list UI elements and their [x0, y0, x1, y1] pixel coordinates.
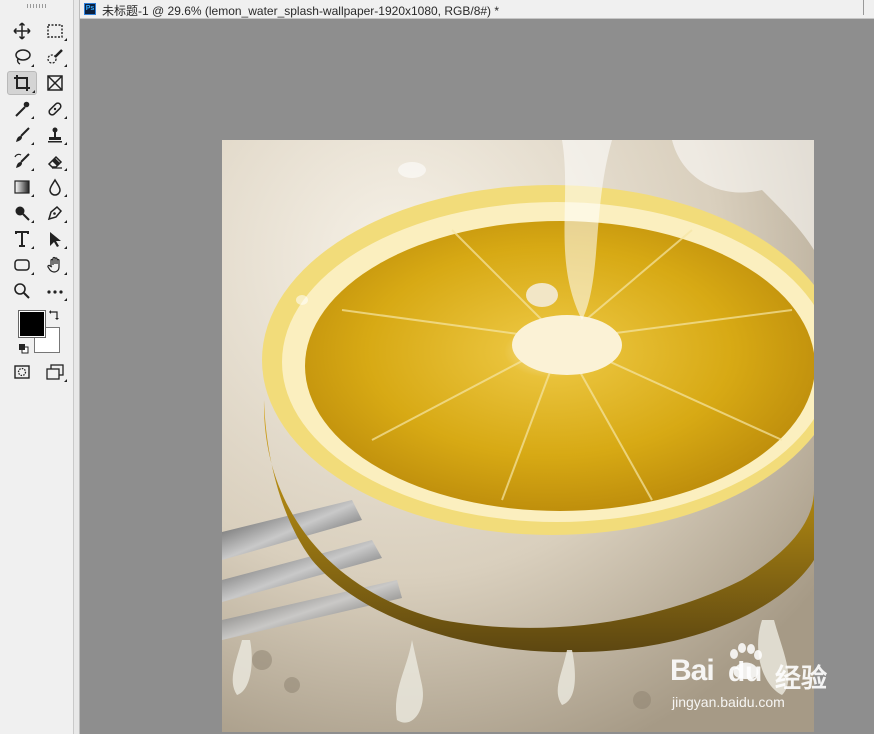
- type-icon: [15, 231, 29, 247]
- eyedropper-tool[interactable]: [9, 98, 35, 120]
- drop-icon: [49, 178, 61, 196]
- move-tool[interactable]: [9, 20, 35, 42]
- rectangle-tool[interactable]: [9, 254, 35, 276]
- bandage-icon: [48, 102, 62, 116]
- clone-stamp-tool[interactable]: [42, 124, 68, 146]
- dodge-tool[interactable]: [9, 202, 35, 224]
- rounded-rect-icon: [14, 259, 30, 271]
- pen-tool[interactable]: [42, 202, 68, 224]
- history-brush-icon: [14, 153, 30, 168]
- pen-icon: [47, 205, 63, 221]
- blur-tool[interactable]: [42, 176, 68, 198]
- lasso-icon: [15, 49, 31, 65]
- dodge-icon: [15, 206, 30, 221]
- watermark-brand-left: Bai: [670, 654, 715, 687]
- lasso-tool[interactable]: [9, 46, 35, 68]
- frame-tool[interactable]: [42, 72, 68, 94]
- brush-tool[interactable]: [9, 124, 35, 146]
- default-colors-icon[interactable]: [18, 343, 29, 354]
- zoom-tool[interactable]: [9, 280, 35, 302]
- type-tool[interactable]: [9, 228, 35, 250]
- arrow-icon: [50, 232, 61, 247]
- zoom-icon: [14, 283, 30, 299]
- baidu-watermark: Bai du 经验 jingyan.baidu.com: [670, 634, 830, 714]
- brush-icon: [16, 127, 30, 142]
- edit-toolbar[interactable]: [42, 280, 68, 302]
- eraser-tool[interactable]: [42, 150, 68, 172]
- rectangular-marquee-tool[interactable]: [42, 20, 68, 42]
- screen-mode-icon: [46, 364, 64, 380]
- eyedropper-icon: [15, 101, 30, 117]
- watermark-brand-right: du: [728, 656, 763, 687]
- stamp-icon: [48, 127, 62, 143]
- tools-panel: [0, 0, 74, 734]
- hand-tool[interactable]: [42, 254, 68, 276]
- marquee-icon: [47, 24, 63, 38]
- screen-mode-button[interactable]: [42, 361, 68, 383]
- quick-selection-tool[interactable]: [42, 46, 68, 68]
- crop-tool[interactable]: [7, 71, 37, 95]
- path-selection-tool[interactable]: [42, 228, 68, 250]
- document-tab[interactable]: Ps 未标题-1 @ 29.6% (lemon_water_splash-wal…: [80, 0, 874, 19]
- eraser-icon: [47, 155, 63, 169]
- spot-healing-tool[interactable]: [42, 98, 68, 120]
- watermark-brand-cn: 经验: [775, 663, 828, 693]
- gradient-icon: [14, 180, 30, 194]
- hand-icon: [47, 256, 60, 273]
- frame-icon: [47, 75, 63, 91]
- document-title: 未标题-1 @ 29.6% (lemon_water_splash-wallpa…: [102, 4, 500, 18]
- quick-mask-button[interactable]: [9, 361, 35, 383]
- panel-grip[interactable]: [27, 4, 47, 8]
- swap-colors-icon[interactable]: [49, 309, 61, 321]
- foreground-color-swatch[interactable]: [18, 310, 46, 338]
- tab-overflow-handle[interactable]: [863, 0, 870, 15]
- crop-icon: [14, 75, 30, 91]
- more-icon: [47, 290, 63, 294]
- quick-mask-icon: [14, 365, 30, 379]
- history-brush-tool[interactable]: [9, 150, 35, 172]
- gradient-tool[interactable]: [9, 176, 35, 198]
- move-icon: [13, 22, 31, 40]
- quick-selection-icon: [47, 49, 63, 64]
- watermark-url: jingyan.baidu.com: [672, 694, 785, 710]
- ps-icon: Ps: [84, 3, 96, 15]
